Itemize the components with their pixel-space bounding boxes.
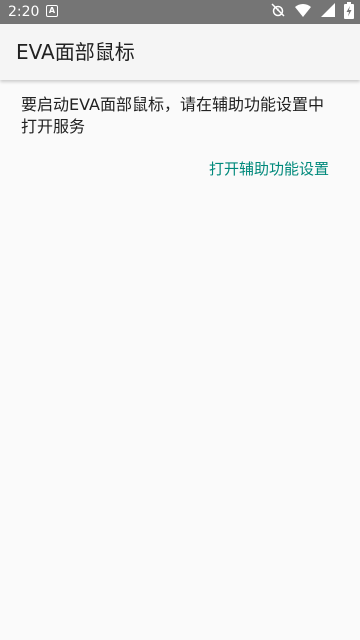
signal-icon [320, 2, 336, 22]
wifi-icon [294, 2, 312, 22]
accessibility-message: 要启动EVA面部鼠标，请在辅助功能设置中打开服务 [21, 95, 324, 136]
app-bar: EVA面部鼠标 [0, 24, 360, 80]
status-time: 2:20 [8, 4, 40, 20]
notification-a-icon: A [46, 5, 58, 17]
open-accessibility-settings-button[interactable]: 打开辅助功能设置 [209, 158, 329, 180]
battery-charging-icon [344, 1, 354, 23]
app-title: EVA面部鼠标 [16, 40, 135, 64]
status-icons [270, 1, 354, 23]
status-bar: 2:20 A [0, 0, 360, 24]
alarm-off-icon [270, 2, 286, 22]
